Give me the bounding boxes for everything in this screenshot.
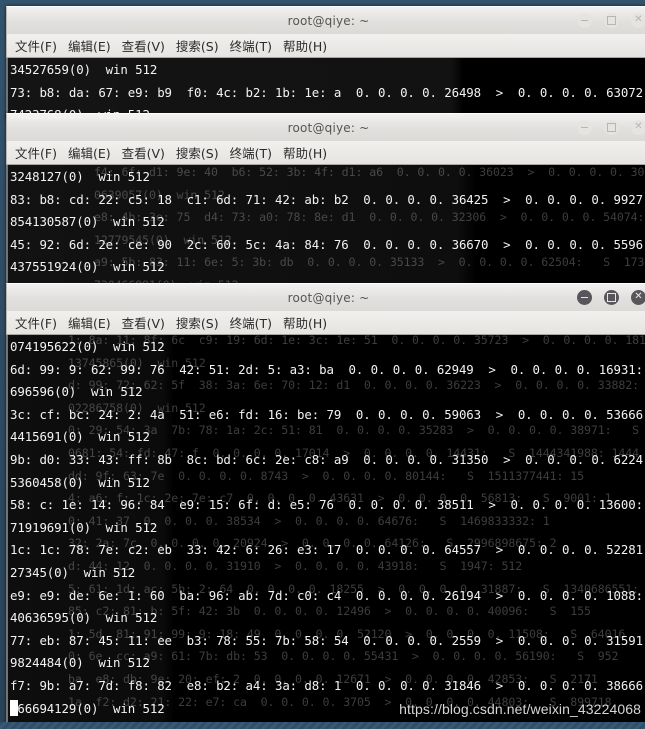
menu-view[interactable]: 查看(V) [122,143,165,162]
menu-view[interactable]: 查看(V) [122,313,165,332]
menu-terminal[interactable]: 终端(T) [230,143,272,162]
watermark-url: https://blog.csdn.net/weixin_43224068 [399,701,641,717]
close-icon[interactable]: ✕ [631,290,645,305]
maximize-icon[interactable] [604,120,619,135]
window-title: root@qiye: ~ [287,290,370,305]
minimize-icon[interactable] [577,13,592,28]
menubar: 文件(F) 编辑(E) 查看(V) 搜索(S) 终端(T) 帮助(H) [6,34,645,58]
maximize-icon[interactable] [604,290,619,305]
menu-edit[interactable]: 编辑(E) [68,313,111,332]
terminal-output-2[interactable]: f4: 6f: d1: 9e: 40 b6: 52: 3b: 4f: d1: a… [6,165,645,283]
menu-file[interactable]: 文件(F) [15,143,57,162]
menu-help[interactable]: 帮助(H) [283,143,327,162]
menu-edit[interactable]: 编辑(E) [68,36,111,55]
desktop-bottom-strip [0,722,645,729]
menu-terminal[interactable]: 终端(T) [230,36,272,55]
window-title: root@qiye: ~ [287,120,370,135]
desktop: root@qiye: ~ ✕ 文件(F) 编辑(E) 查看(V) 搜索(S) 终… [0,0,645,729]
window-title: root@qiye: ~ [287,13,370,28]
menubar: 文件(F) 编辑(E) 查看(V) 搜索(S) 终端(T) 帮助(H) [6,141,645,165]
window-controls: ✕ [577,7,645,34]
terminal-window-1[interactable]: root@qiye: ~ ✕ 文件(F) 编辑(E) 查看(V) 搜索(S) 终… [6,6,645,119]
terminal-text-1: 34527659(0) win 512 73: b8: da: 67: e9: … [10,62,645,119]
minimize-icon[interactable] [577,290,592,305]
menu-file[interactable]: 文件(F) [15,313,57,332]
terminal-text-2: 3248127(0) win 512 83: b8: cd: 22: c5: 1… [10,169,645,283]
terminal-window-2[interactable]: root@qiye: ~ ✕ 文件(F) 编辑(E) 查看(V) 搜索(S) 终… [6,113,645,283]
minimize-icon[interactable] [577,120,592,135]
menu-help[interactable]: 帮助(H) [283,36,327,55]
menubar: 文件(F) 编辑(E) 查看(V) 搜索(S) 终端(T) 帮助(H) [6,311,645,335]
terminal-output-1[interactable]: 34527659(0) win 512 73: b8: da: 67: e9: … [6,58,645,119]
titlebar[interactable]: root@qiye: ~ ✕ [6,6,645,34]
menu-search[interactable]: 搜索(S) [176,36,219,55]
titlebar[interactable]: root@qiye: ~ ✕ [6,283,645,311]
close-icon[interactable]: ✕ [631,13,645,28]
menu-terminal[interactable]: 终端(T) [230,313,272,332]
terminal-cursor [10,698,18,717]
window-controls: ✕ [577,284,645,311]
menu-search[interactable]: 搜索(S) [176,143,219,162]
maximize-icon[interactable] [604,13,619,28]
menu-view[interactable]: 查看(V) [122,36,165,55]
terminal-window-3[interactable]: root@qiye: ~ ✕ 文件(F) 编辑(E) 查看(V) 搜索(S) 终… [6,283,645,729]
terminal-text-3: 074195622(0) win 512 6d: 99: 9: 62: 99: … [10,339,645,729]
menu-file[interactable]: 文件(F) [15,36,57,55]
menu-search[interactable]: 搜索(S) [176,313,219,332]
menu-help[interactable]: 帮助(H) [283,313,327,332]
menu-edit[interactable]: 编辑(E) [68,143,111,162]
close-icon[interactable]: ✕ [631,120,645,135]
terminal-output-3[interactable]: 1: 8a: 11: 8f: 6c c9: 19: 6d: 1e: 3c: 1e… [6,335,645,729]
